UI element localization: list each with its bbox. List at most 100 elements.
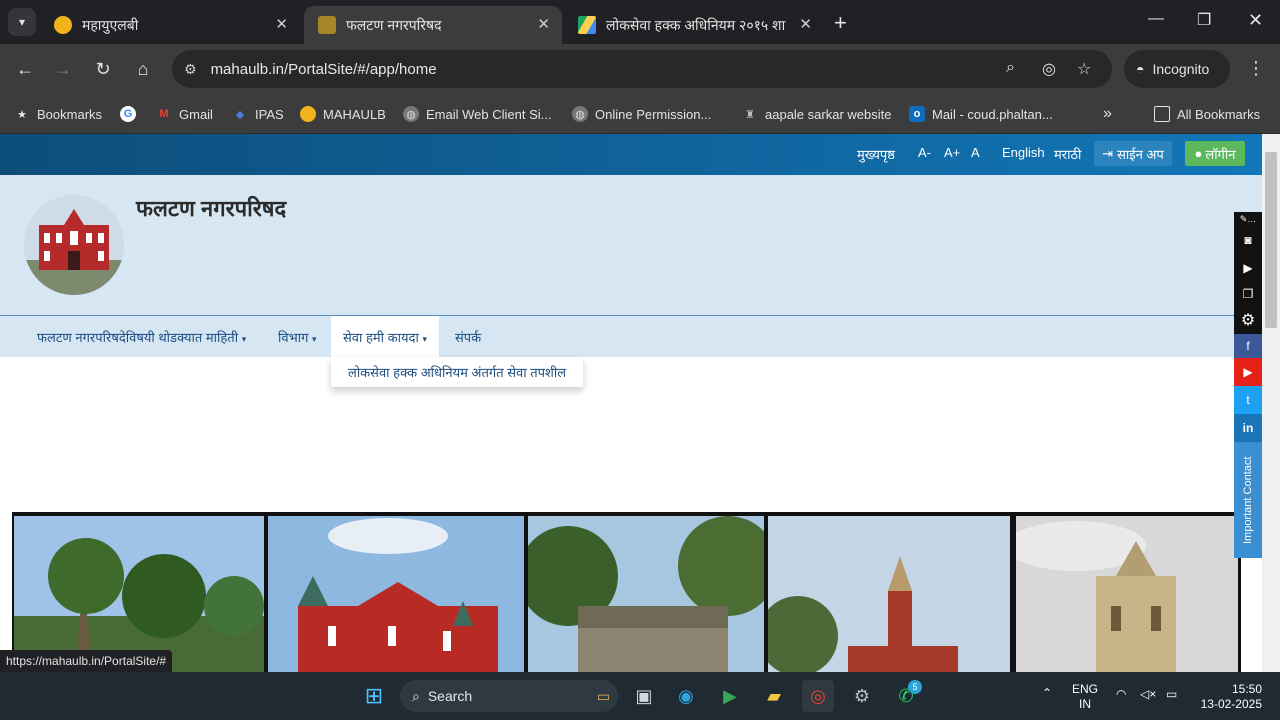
menu-departments[interactable]: विभाग ▾ (278, 328, 317, 346)
restore-icon[interactable]: ❐ (1197, 10, 1211, 30)
wifi-icon[interactable]: ◠ (1116, 687, 1126, 702)
font-increase-button[interactable]: A+ (944, 145, 960, 160)
bookmark-label: Online Permission... (595, 106, 712, 122)
image-gallery (12, 512, 1241, 672)
close-icon[interactable]: ✕ (275, 15, 288, 33)
folder-icon (1154, 106, 1170, 122)
eye-off-icon[interactable]: ◎ (1042, 59, 1056, 79)
chrome-icon[interactable]: ◎ (802, 680, 834, 712)
star-icon: ★ (17, 108, 27, 121)
youtube-icon[interactable]: ▶ (1234, 358, 1262, 386)
bookmark-label: Mail - coud.phaltan... (932, 106, 1053, 122)
windows-start-icon[interactable]: ⊞ (358, 680, 390, 712)
clock[interactable]: 15:50 13-02-2025 (1200, 682, 1262, 712)
reload-icon[interactable]: ↻ (88, 54, 118, 84)
edge-icon[interactable]: ◉ (670, 680, 702, 712)
menu-kebab-icon[interactable]: ⋮ (1247, 58, 1265, 79)
login-button[interactable]: ● लॉगीन (1185, 141, 1245, 166)
bookmark-google[interactable]: G (120, 103, 143, 125)
facebook-icon[interactable]: f (1234, 334, 1262, 358)
home-icon[interactable]: ⌂ (128, 54, 158, 84)
font-normal-button[interactable]: A (971, 145, 980, 160)
home-link[interactable]: मुख्यपृष्ठ (857, 145, 895, 163)
zoom-icon[interactable]: ⌕ (1006, 59, 1015, 77)
bookmark-bookmarks[interactable]: ★ Bookmarks (14, 103, 102, 125)
bookmark-mail[interactable]: o Mail - coud.phaltan... (909, 103, 1053, 125)
taskbar-search[interactable]: ⌕ Search ▭ (400, 680, 618, 712)
gallery-image-palms[interactable] (14, 516, 264, 672)
page-scrollbar[interactable] (1262, 134, 1280, 672)
scrollbar-thumb[interactable] (1265, 152, 1277, 328)
region-code: IN (1079, 697, 1091, 711)
close-icon[interactable]: ✕ (537, 15, 550, 33)
important-contact-tab[interactable]: Important Contact (1234, 442, 1262, 558)
address-bar[interactable]: ⚙ mahaulb.in/PortalSite/#/app/home ⌕ ◎ ☆ (172, 50, 1112, 88)
windows-taskbar: ⊞ ⌕ Search ▭ ▣ ◉ ▶ ▰ ◎ ⚙ ✆ 5 ⌃ ENG IN ◠ ◁×… (0, 672, 1280, 720)
video-icon[interactable]: ▶ (1234, 254, 1262, 282)
battery-icon[interactable]: ▭ (1166, 687, 1177, 702)
play-store-icon[interactable]: ▶ (714, 680, 746, 712)
language-code: ENG (1072, 682, 1099, 696)
file-explorer-icon[interactable]: ▰ (758, 680, 790, 712)
more-bookmarks-icon[interactable]: » (1103, 103, 1112, 125)
tab-drive[interactable]: लोकसेवा हक्क अधिनियम २०१५ शा ✕ (564, 6, 824, 44)
linkedin-icon[interactable]: in (1234, 414, 1262, 442)
bookmark-email-client[interactable]: ◍ Email Web Client Si... (403, 103, 551, 125)
camera-icon[interactable]: ◙ (1234, 226, 1262, 254)
forward-icon[interactable]: → (48, 54, 78, 84)
volume-mute-icon[interactable]: ◁× (1140, 687, 1156, 702)
close-icon[interactable]: ✕ (799, 15, 812, 33)
gallery-image-palace[interactable] (1016, 516, 1238, 672)
search-label: Search (427, 688, 473, 704)
ipas-icon: ◆ (235, 108, 245, 121)
english-link[interactable]: English (1002, 145, 1045, 160)
camera-settings-icon[interactable]: ✎… (1234, 212, 1262, 226)
incognito-badge[interactable]: ◓ Incognito (1124, 50, 1230, 88)
bookmark-online-permission[interactable]: ◍ Online Permission... (572, 103, 711, 125)
bookmark-label: Bookmarks (37, 106, 103, 122)
globe-icon: ◍ (403, 106, 419, 122)
bookmark-mahaulb[interactable]: MAHAULB (300, 103, 386, 125)
chevron-up-icon[interactable]: ⌃ (1042, 686, 1052, 701)
menu-service-guarantee[interactable]: सेवा हमी कायदा ▾ (331, 316, 439, 358)
mahaulb-favicon-icon (54, 16, 72, 34)
tab-mahaulb[interactable]: महायुएलबी ✕ (40, 6, 300, 44)
notification-badge: 5 (908, 680, 922, 694)
bookmark-aapale-sarkar[interactable]: ♜ aapale sarkar website (742, 103, 891, 125)
gallery-image-gate[interactable] (528, 516, 764, 672)
gallery-image-red-building[interactable] (268, 516, 524, 672)
signup-button[interactable]: ⇥ साईन अप (1094, 141, 1172, 166)
tab-phaltan[interactable]: फलटण नगरपरिषद ✕ (304, 6, 562, 44)
new-tab-button[interactable]: + (834, 10, 847, 36)
back-icon[interactable]: ← (10, 54, 40, 84)
service-dropdown: लोकसेवा हक्क अधिनियम अंतर्गत सेवा तपशील (331, 357, 583, 387)
site-info-icon[interactable]: ⚙ (184, 61, 197, 78)
language-indicator[interactable]: ENG IN (1072, 682, 1098, 712)
twitter-icon[interactable]: t (1234, 386, 1262, 414)
star-icon[interactable]: ☆ (1077, 59, 1091, 79)
bookmark-gmail[interactable]: M Gmail (156, 103, 213, 125)
dropdown-item-service-details[interactable]: लोकसेवा हक्क अधिनियम अंतर्गत सेवा तपशील (348, 365, 566, 380)
gear-icon[interactable]: ⚙ (1234, 306, 1262, 334)
windows-icon[interactable]: ❐ (1234, 280, 1262, 308)
url-text[interactable]: mahaulb.in/PortalSite/#/app/home (211, 61, 437, 78)
gallery-image-tower[interactable] (768, 516, 1010, 672)
task-view-icon[interactable]: ▣ (628, 680, 660, 712)
minimize-icon[interactable]: — (1148, 10, 1164, 28)
bookmark-ipas[interactable]: ◆ IPAS (232, 103, 284, 125)
site-header: फलटण नगरपरिषद (0, 175, 1262, 315)
marathi-link[interactable]: मराठी (1054, 145, 1081, 163)
font-decrease-button[interactable]: A- (918, 145, 931, 160)
login-label: लॉगीन (1205, 146, 1236, 162)
important-contact-label: Important Contact (1242, 456, 1254, 544)
all-bookmarks[interactable]: All Bookmarks (1154, 103, 1260, 125)
close-window-icon[interactable]: ✕ (1248, 10, 1263, 31)
menu-contact[interactable]: संपर्क (455, 328, 481, 346)
whatsapp-icon[interactable]: ✆ 5 (890, 680, 922, 712)
bookmark-label: IPAS (255, 106, 284, 122)
caret-down-icon: ▾ (312, 334, 317, 344)
tab-search-button[interactable]: ▾ (8, 8, 36, 36)
settings-icon[interactable]: ⚙ (846, 680, 878, 712)
browser-toolbar: ← → ↻ ⌂ ⚙ mahaulb.in/PortalSite/#/app/ho… (0, 44, 1280, 94)
menu-about[interactable]: फलटण नगरपरिषदेविषयी थोडक्यात माहिती ▾ (37, 328, 246, 346)
